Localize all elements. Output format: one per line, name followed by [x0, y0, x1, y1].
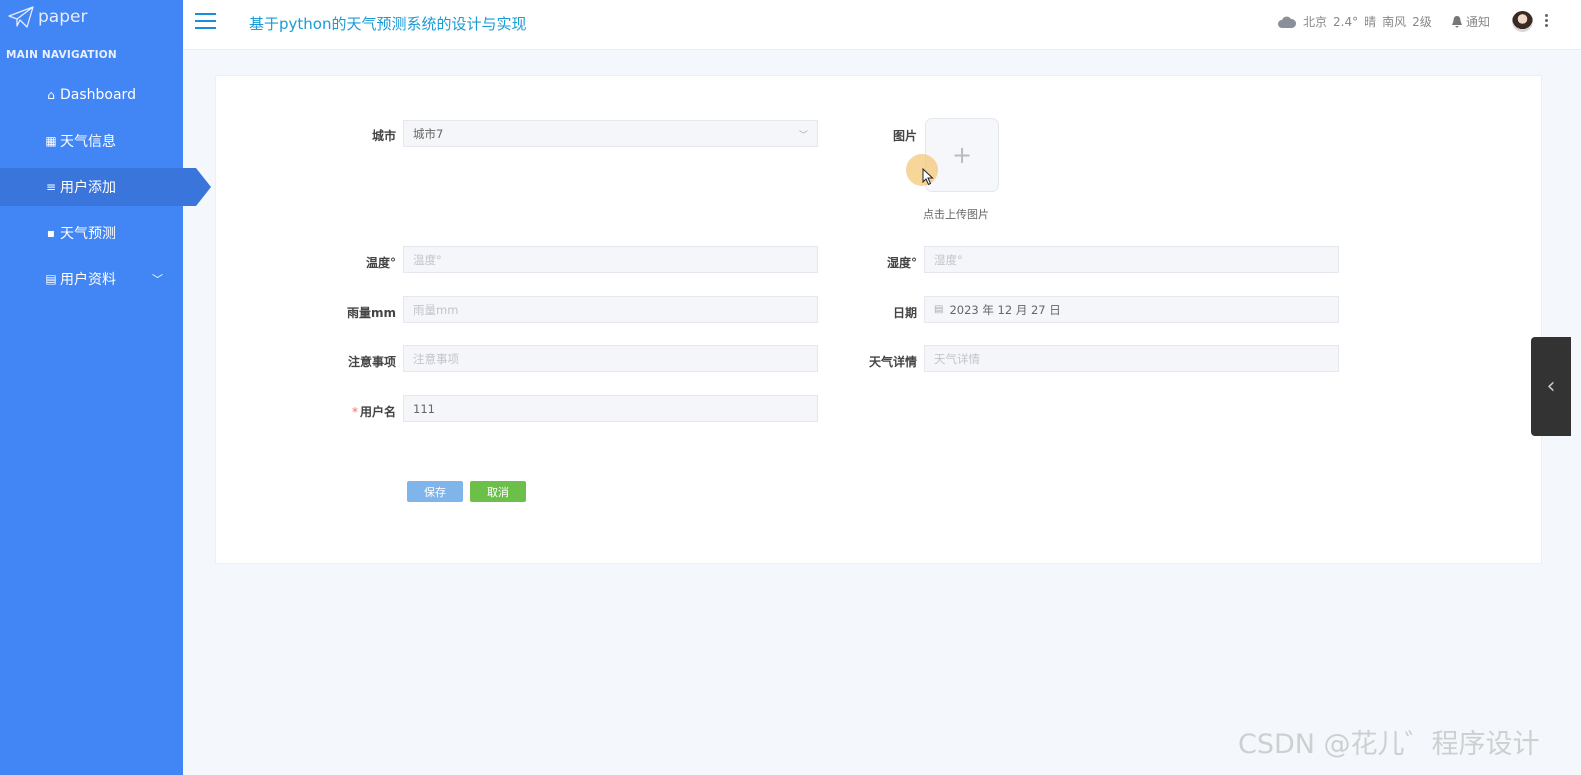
- weather-details-input[interactable]: 天气详情: [924, 345, 1339, 372]
- cancel-button[interactable]: 取消: [470, 481, 526, 502]
- notification-label: 通知: [1466, 15, 1491, 29]
- hamburger-menu-icon[interactable]: [195, 13, 216, 29]
- weather-condition: 晴: [1364, 15, 1377, 29]
- calendar-icon: ▤: [45, 272, 57, 286]
- mouse-cursor-icon: [922, 168, 934, 186]
- chevron-left-icon: ‹: [1546, 374, 1556, 399]
- image-upload-button[interactable]: +: [925, 118, 999, 192]
- watermark: CSDN @花儿゛程序设计: [1238, 729, 1540, 760]
- sidebar-item-label: 用户添加: [60, 180, 116, 196]
- sidebar-item-label: 天气预测: [60, 226, 116, 242]
- required-marker: *: [351, 405, 358, 419]
- date-value: 2023 年 12 月 27 日: [949, 302, 1061, 317]
- date-label: 日期: [892, 306, 917, 320]
- city-label: 城市: [371, 129, 396, 143]
- sidebar: paper MAIN NAVIGATION ⌂ Dashboard ▦ 天气信息…: [0, 0, 211, 775]
- sidebar-item-label: Dashboard: [60, 87, 136, 103]
- logo[interactable]: paper: [8, 6, 87, 28]
- grid-icon: ▦: [45, 134, 57, 148]
- notes-label: 注意事项: [347, 355, 396, 369]
- paper-plane-icon: [8, 6, 34, 28]
- logo-text: paper: [38, 7, 88, 27]
- weather-wind: 南风: [1382, 15, 1407, 29]
- more-options-icon[interactable]: [1545, 14, 1549, 29]
- sidebar-item-label: 天气信息: [60, 134, 116, 150]
- image-label: 图片: [892, 129, 917, 143]
- drawer-toggle-button[interactable]: ‹: [1531, 337, 1571, 436]
- temperature-label: 温度°: [365, 256, 396, 270]
- city-select[interactable]: 城市7 ﹀: [403, 120, 818, 147]
- cloud-icon: [1278, 16, 1297, 28]
- bell-icon: [1452, 16, 1462, 28]
- rainfall-label: 雨量mm: [346, 306, 396, 320]
- app-title: 基于python的天气预测系统的设计与实现: [249, 15, 527, 33]
- list-icon: ≡: [45, 180, 57, 194]
- username-input[interactable]: 111: [403, 395, 818, 422]
- chevron-down-icon: ﹀: [798, 131, 808, 141]
- form-card: 城市 城市7 ﹀ 图片 + 点击上传图片 温度° 温度° 湿度° 湿度° 雨量m…: [215, 75, 1542, 564]
- chip-icon: ▪: [46, 226, 56, 240]
- username-label: * 用户名: [306, 403, 396, 420]
- sidebar-item-weather-info[interactable]: ▦ 天气信息: [0, 122, 183, 160]
- weather-details-label: 天气详情: [868, 355, 917, 369]
- home-icon: ⌂: [47, 88, 55, 102]
- avatar[interactable]: [1512, 11, 1533, 32]
- username-label-text: 用户名: [359, 405, 396, 419]
- weather-widget: 北京 2.4° 晴 南风 2级: [1277, 13, 1432, 30]
- notification-button[interactable]: 通知: [1451, 13, 1490, 30]
- nav-section-title: MAIN NAVIGATION: [6, 49, 117, 61]
- weather-level: 2级: [1412, 15, 1432, 29]
- plus-icon: +: [951, 141, 973, 169]
- upload-hint: 点击上传图片: [923, 208, 989, 221]
- humidity-label: 湿度°: [886, 256, 917, 270]
- sidebar-item-user-profile[interactable]: ▤ 用户资料 ﹀: [0, 260, 183, 298]
- calendar-icon: ▤: [934, 304, 944, 315]
- top-header: 基于python的天气预测系统的设计与实现 北京 2.4° 晴 南风 2级 通知: [183, 0, 1581, 50]
- notes-input[interactable]: 注意事项: [403, 345, 818, 372]
- sidebar-item-user-add[interactable]: ≡ 用户添加: [0, 168, 211, 206]
- save-button[interactable]: 保存: [407, 481, 463, 502]
- chevron-down-icon: ﹀: [152, 273, 163, 286]
- weather-city: 北京: [1303, 15, 1328, 29]
- date-picker[interactable]: ▤ 2023 年 12 月 27 日: [924, 296, 1339, 323]
- sidebar-item-dashboard[interactable]: ⌂ Dashboard: [0, 76, 183, 114]
- temperature-input[interactable]: 温度°: [403, 246, 818, 273]
- sidebar-item-weather-forecast[interactable]: ▪ 天气预测: [0, 214, 183, 252]
- humidity-input[interactable]: 湿度°: [924, 246, 1339, 273]
- sidebar-item-label: 用户资料: [60, 272, 116, 288]
- rainfall-input[interactable]: 雨量mm: [403, 296, 818, 323]
- weather-temp: 2.4°: [1333, 14, 1359, 29]
- city-select-value: 城市7: [413, 126, 444, 141]
